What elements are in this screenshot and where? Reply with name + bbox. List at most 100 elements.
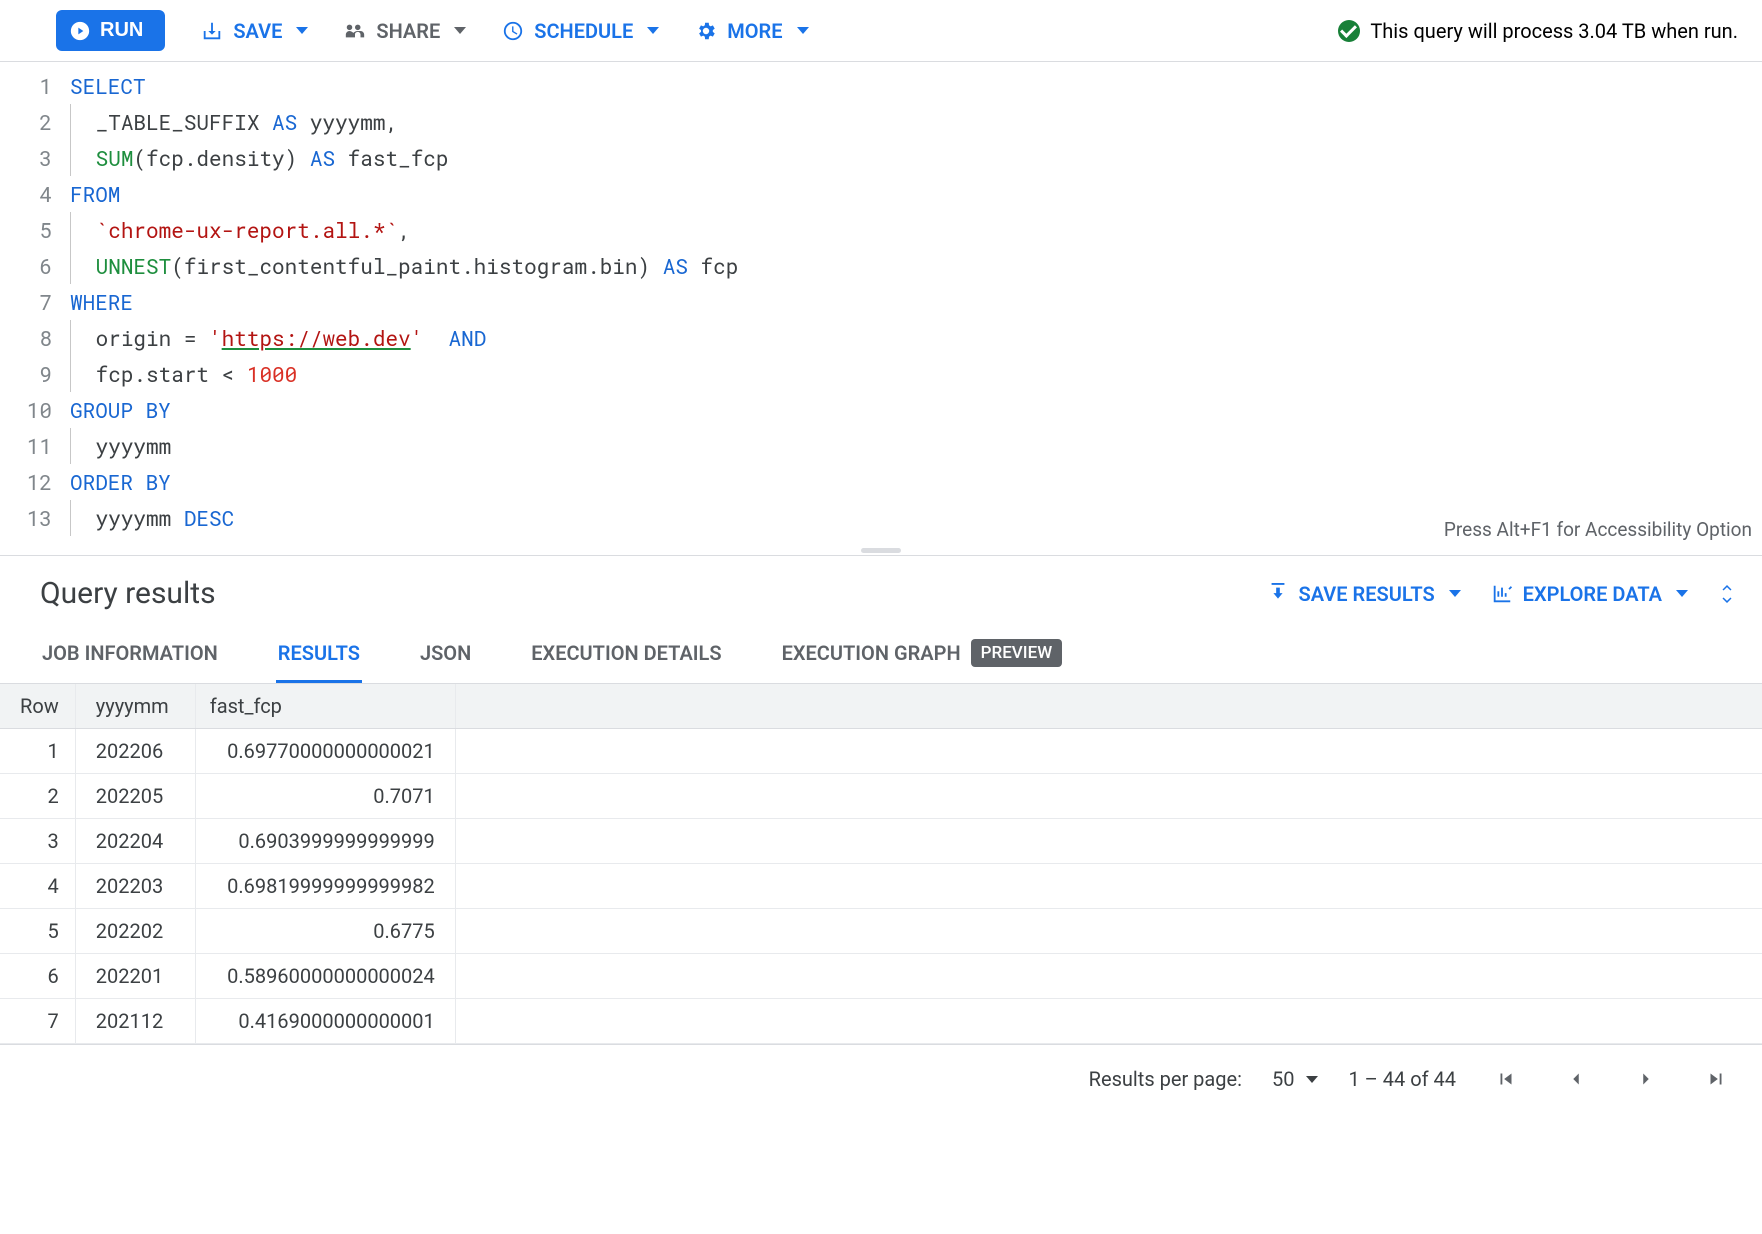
cell-fast-fcp: 0.6903999999999999 [195, 819, 455, 864]
line-number: 12 [0, 464, 70, 500]
indent-guide [70, 356, 83, 392]
tab-execution-graph-label: EXECUTION GRAPH [782, 641, 961, 665]
table-row[interactable]: 72021120.4169000000000001 [0, 999, 1762, 1044]
line-number: 8 [0, 320, 70, 356]
cell-row: 5 [0, 909, 75, 954]
cell-yyyymm: 202206 [75, 729, 195, 774]
code-line[interactable]: 10GROUP BY [0, 392, 1762, 428]
code-line[interactable]: 6 UNNEST(first_contentful_paint.histogra… [0, 248, 1762, 284]
code-content[interactable]: FROM [70, 176, 1762, 212]
cell-fast-fcp: 0.4169000000000001 [195, 999, 455, 1044]
line-number: 7 [0, 284, 70, 320]
status-text: This query will process 3.04 TB when run… [1370, 19, 1738, 43]
cell-row: 2 [0, 774, 75, 819]
run-button[interactable]: RUN [56, 10, 165, 51]
col-yyyymm[interactable]: yyyymm [75, 684, 195, 729]
more-button[interactable]: MORE [695, 19, 808, 43]
expand-collapse-button[interactable] [1718, 582, 1736, 606]
code-line[interactable]: 7WHERE [0, 284, 1762, 320]
table-row[interactable]: 22022050.7071 [0, 774, 1762, 819]
tab-execution-graph[interactable]: EXECUTION GRAPH PREVIEW [780, 625, 1065, 683]
code-content[interactable]: SUM(fcp.density) AS fast_fcp [70, 140, 1762, 176]
schedule-button[interactable]: SCHEDULE [502, 19, 659, 43]
table-row[interactable]: 12022060.69770000000000021 [0, 729, 1762, 774]
cell-spacer [455, 999, 1762, 1044]
gear-icon [695, 20, 717, 42]
cell-yyyymm: 202205 [75, 774, 195, 819]
chart-icon [1491, 583, 1513, 605]
chevron-down-icon [1718, 594, 1736, 606]
first-page-button[interactable] [1486, 1059, 1526, 1099]
code-line[interactable]: 9 fcp.start < 1000 [0, 356, 1762, 392]
save-results-button[interactable]: SAVE RESULTS [1267, 582, 1461, 606]
col-row[interactable]: Row [0, 684, 75, 729]
table-row[interactable]: 42022030.69819999999999982 [0, 864, 1762, 909]
results-footer: Results per page: 50 1 – 44 of 44 [0, 1044, 1762, 1115]
code-content[interactable]: SELECT [70, 68, 1762, 104]
code-content[interactable]: _TABLE_SUFFIX AS yyyymm, [70, 104, 1762, 140]
code-content[interactable]: GROUP BY [70, 392, 1762, 428]
editor-resize-handle[interactable]: Press Alt+F1 for Accessibility Option [0, 546, 1762, 556]
a11y-hint: Press Alt+F1 for Accessibility Option [1444, 518, 1752, 541]
last-page-button[interactable] [1696, 1059, 1736, 1099]
code-content[interactable]: UNNEST(first_contentful_paint.histogram.… [70, 248, 1762, 284]
explore-data-label: EXPLORE DATA [1523, 582, 1662, 606]
code-line[interactable]: 5 `chrome-ux-report.all.*`, [0, 212, 1762, 248]
results-tabs: JOB INFORMATION RESULTS JSON EXECUTION D… [0, 625, 1762, 684]
line-number: 9 [0, 356, 70, 392]
code-line[interactable]: 12ORDER BY [0, 464, 1762, 500]
cell-spacer [455, 729, 1762, 774]
sql-editor[interactable]: 1SELECT2 _TABLE_SUFFIX AS yyyymm,3 SUM(f… [0, 62, 1762, 546]
code-content[interactable]: yyyymm [70, 428, 1762, 464]
code-line[interactable]: 2 _TABLE_SUFFIX AS yyyymm, [0, 104, 1762, 140]
chevron-up-icon [1718, 582, 1736, 594]
save-icon [201, 20, 223, 42]
cell-fast-fcp: 0.6775 [195, 909, 455, 954]
indent-guide [70, 104, 83, 140]
indent-guide [70, 212, 83, 248]
query-toolbar: RUN SAVE SHARE SCHEDULE MORE This query … [0, 0, 1762, 62]
col-spacer [455, 684, 1762, 729]
cell-fast-fcp: 0.7071 [195, 774, 455, 819]
table-row[interactable]: 52022020.6775 [0, 909, 1762, 954]
tab-results[interactable]: RESULTS [276, 625, 362, 683]
code-line[interactable]: 4FROM [0, 176, 1762, 212]
code-line[interactable]: 1SELECT [0, 68, 1762, 104]
cell-spacer [455, 909, 1762, 954]
code-line[interactable]: 3 SUM(fcp.density) AS fast_fcp [0, 140, 1762, 176]
chevron-left-icon [1565, 1068, 1587, 1090]
indent-guide [70, 428, 83, 464]
next-page-button[interactable] [1626, 1059, 1666, 1099]
code-content[interactable]: origin = 'https://web.dev' AND [70, 320, 1762, 356]
code-line[interactable]: 8 origin = 'https://web.dev' AND [0, 320, 1762, 356]
line-number: 1 [0, 68, 70, 104]
cell-yyyymm: 202204 [75, 819, 195, 864]
code-content[interactable]: ORDER BY [70, 464, 1762, 500]
prev-page-button[interactable] [1556, 1059, 1596, 1099]
tab-json[interactable]: JSON [418, 625, 473, 683]
cell-yyyymm: 202201 [75, 954, 195, 999]
line-number: 6 [0, 248, 70, 284]
table-header-row: Row yyyymm fast_fcp [0, 684, 1762, 729]
caret-down-icon [647, 27, 659, 34]
code-content[interactable]: `chrome-ux-report.all.*`, [70, 212, 1762, 248]
per-page-value: 50 [1272, 1067, 1294, 1091]
code-line[interactable]: 11 yyyymm [0, 428, 1762, 464]
share-icon [344, 20, 366, 42]
grip-icon [861, 548, 901, 553]
explore-data-button[interactable]: EXPLORE DATA [1491, 582, 1688, 606]
tab-execution-details[interactable]: EXECUTION DETAILS [529, 625, 723, 683]
code-content[interactable]: WHERE [70, 284, 1762, 320]
indent-guide [70, 248, 83, 284]
table-row[interactable]: 62022010.58960000000000024 [0, 954, 1762, 999]
save-button[interactable]: SAVE [201, 19, 308, 43]
tab-job-information[interactable]: JOB INFORMATION [40, 625, 220, 683]
code-content[interactable]: fcp.start < 1000 [70, 356, 1762, 392]
table-row[interactable]: 32022040.6903999999999999 [0, 819, 1762, 864]
cell-fast-fcp: 0.69770000000000021 [195, 729, 455, 774]
per-page-select[interactable]: 50 [1272, 1067, 1318, 1091]
cell-fast-fcp: 0.69819999999999982 [195, 864, 455, 909]
line-number: 10 [0, 392, 70, 428]
col-fast-fcp[interactable]: fast_fcp [195, 684, 455, 729]
share-button[interactable]: SHARE [344, 19, 466, 43]
